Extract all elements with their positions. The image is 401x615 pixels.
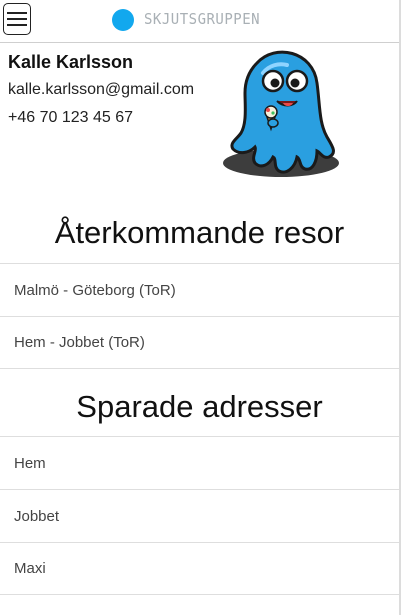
- hamburger-line: [7, 18, 27, 20]
- menu-button[interactable]: [3, 3, 31, 35]
- profile-page: SKJUTSGRUPPEN Kalle Karlsson kalle.karls…: [0, 0, 401, 615]
- saved-addresses-list: Hem Jobbet Maxi: [0, 436, 399, 595]
- user-phone: +46 70 123 45 67: [8, 109, 134, 126]
- user-name: Kalle Karlsson: [8, 52, 134, 72]
- top-bar: SKJUTSGRUPPEN: [0, 0, 399, 43]
- hamburger-line: [7, 24, 27, 26]
- user-email: kalle.karlsson@gmail.com: [8, 81, 195, 98]
- list-item[interactable]: Malmö - Göteborg (ToR): [0, 263, 399, 316]
- logo-text: SKJUTSGRUPPEN: [144, 11, 261, 29]
- list-item[interactable]: Hem: [0, 436, 399, 489]
- list-item[interactable]: Hem - Jobbet (ToR): [0, 316, 399, 369]
- recurring-trips-heading: Återkommande resor: [54, 215, 345, 250]
- app-logo[interactable]: SKJUTSGRUPPEN: [112, 9, 260, 31]
- list-item[interactable]: Maxi: [0, 542, 399, 595]
- user-profile: Kalle Karlsson kalle.karlsson@gmail.com …: [8, 52, 194, 137]
- saved-addresses-heading: Sparade adresser: [76, 389, 323, 424]
- list-item[interactable]: Jobbet: [0, 489, 399, 542]
- recurring-trips-list: Malmö - Göteborg (ToR) Hem - Jobbet (ToR…: [0, 263, 399, 369]
- logo-circle-icon: [112, 9, 134, 31]
- hamburger-line: [7, 12, 27, 14]
- octopus-mascot-icon: [223, 50, 339, 177]
